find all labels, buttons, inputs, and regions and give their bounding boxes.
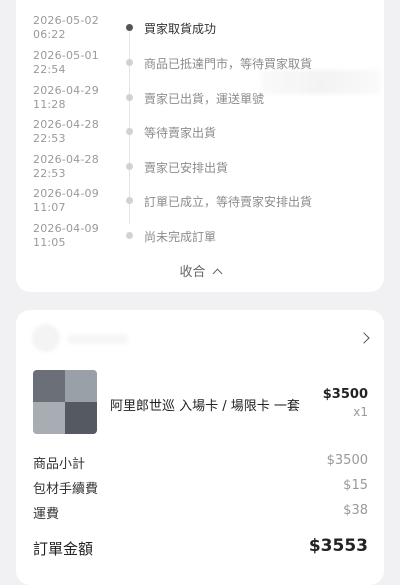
order-total-label: 訂單金額 — [33, 540, 94, 558]
summary-value: $15 — [343, 478, 368, 493]
timeline-clock: 11:07 — [33, 201, 66, 214]
summary-label: 包材手續費 — [33, 482, 99, 497]
summary-value: $3500 — [326, 453, 368, 468]
product-thumbnail[interactable] — [33, 370, 97, 434]
timeline-clock: 22:53 — [33, 132, 66, 145]
product-name[interactable]: 阿里郎世巡 入場卡 / 場限卡 一套 — [110, 395, 300, 414]
timeline-status: 賣家已出貨，運送單號 — [144, 92, 265, 106]
timeline-clock: 22:54 — [33, 63, 66, 76]
summary-label: 運費 — [33, 507, 60, 522]
timeline-time: 2026-04-09 11:07 — [33, 187, 117, 215]
timeline-status: 買家取貨成功 — [144, 22, 217, 36]
summary-row-subtotal: 商品小計 $3500 — [33, 453, 368, 472]
order-total-row: 訂單金額 $3553 — [33, 536, 368, 559]
timeline-date: 2026-04-29 — [33, 84, 99, 97]
collapse-label: 收合 — [179, 265, 206, 280]
shop-avatar[interactable] — [32, 324, 60, 352]
timeline-dot-active — [126, 24, 133, 31]
product-quantity: x1 — [353, 405, 368, 419]
timeline-item: 2026-04-28 22:53 等待賣家出貨 — [16, 118, 384, 152]
timeline-time: 2026-04-29 11:28 — [33, 84, 117, 112]
timeline-status: 商品已抵達門市，等待買家取貨 — [144, 57, 313, 71]
timeline-dot — [126, 128, 133, 135]
timeline-status: 尚未完成訂單 — [144, 230, 217, 244]
timeline-item: 2026-05-02 06:22 買家取貨成功 — [16, 14, 384, 48]
collapse-button[interactable]: 收合 — [16, 261, 384, 280]
timeline-clock: 11:28 — [33, 98, 66, 111]
timeline-dot — [126, 163, 133, 170]
timeline-clock: 11:05 — [33, 236, 66, 249]
timeline-status: 賣家已安排出貨 — [144, 161, 229, 175]
timeline-date: 2026-05-01 — [33, 49, 99, 62]
timeline-time: 2026-04-28 22:53 — [33, 153, 117, 181]
timeline-status: 等待賣家出貨 — [144, 126, 217, 140]
timeline-dot — [126, 197, 133, 204]
order-total-value: $3553 — [308, 536, 368, 556]
summary-row-shipping: 運費 $38 — [33, 503, 368, 522]
timeline-item: 2026-04-09 11:07 訂單已成立，等待賣家安排出貨 — [16, 187, 384, 221]
timeline-dot — [126, 59, 133, 66]
summary-value: $38 — [343, 503, 368, 518]
timeline-item: 2026-05-01 22:54 商品已抵達門市，等待買家取貨 — [16, 49, 384, 83]
timeline-time: 2026-05-01 22:54 — [33, 49, 117, 77]
timeline-item: 2026-04-29 11:28 賣家已出貨，運送單號 — [16, 84, 384, 118]
timeline-date: 2026-04-28 — [33, 153, 99, 166]
timeline-date: 2026-05-02 — [33, 14, 99, 27]
timeline-dot — [126, 94, 133, 101]
timeline-time: 2026-05-02 06:22 — [33, 14, 117, 42]
chevron-up-icon — [212, 268, 222, 279]
timeline-dot — [126, 232, 133, 239]
timeline-date: 2026-04-09 — [33, 222, 99, 235]
timeline-item: 2026-04-09 11:05 尚未完成訂單 — [16, 222, 384, 256]
summary-label: 商品小計 — [33, 457, 86, 472]
timeline-time: 2026-04-28 22:53 — [33, 118, 117, 146]
order-detail-card: 阿里郎世巡 入場卡 / 場限卡 一套 $3500 x1 商品小計 $3500 包… — [16, 310, 384, 585]
timeline-time: 2026-04-09 11:05 — [33, 222, 117, 250]
timeline-item: 2026-04-28 22:53 賣家已安排出貨 — [16, 153, 384, 187]
chevron-right-icon[interactable] — [358, 332, 370, 344]
timeline-date: 2026-04-09 — [33, 187, 99, 200]
timeline-clock: 06:22 — [33, 28, 66, 41]
summary-row-packaging-fee: 包材手續費 $15 — [33, 478, 368, 497]
timeline-date: 2026-04-28 — [33, 118, 99, 131]
order-status-card: 2026-05-02 06:22 買家取貨成功 2026-05-01 22:54… — [16, 0, 384, 292]
timeline-clock: 22:53 — [33, 167, 66, 180]
timeline-status: 訂單已成立，等待賣家安排出貨 — [144, 195, 313, 209]
shop-name-redacted[interactable] — [68, 334, 128, 344]
product-price: $3500 — [322, 387, 368, 402]
